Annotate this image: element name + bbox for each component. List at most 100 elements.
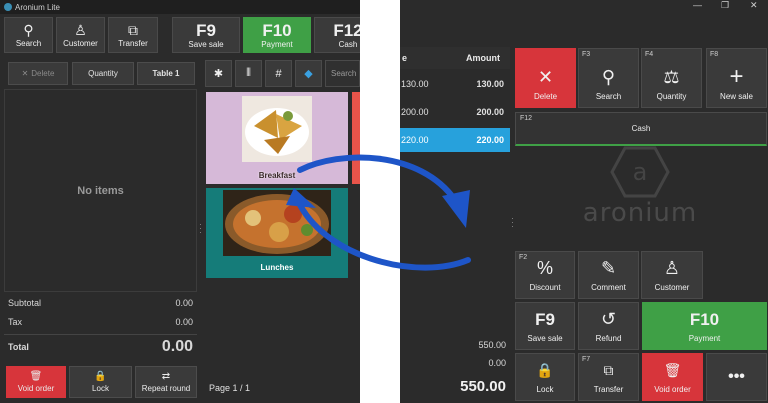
delete-button[interactable]: ✕ Delete [515,48,576,108]
cash-label: Cash [631,124,651,133]
product-search-placeholder: Search [331,69,357,78]
row-amount: 130.00 [476,79,504,89]
save-sale-button[interactable]: F9 Save sale [515,302,575,350]
customer-icon: ♙ [74,21,87,38]
table-row[interactable]: 130.00 130.00 [400,72,510,96]
scale-icon: ⚖ [663,67,680,87]
f7-key-label: F7 [582,356,591,363]
aronium-logo: a aronium [560,140,720,230]
search-icon: ⚲ [23,21,34,38]
delete-item-button[interactable]: ✕ Delete [8,62,68,85]
new-sale-label: New sale [720,92,753,101]
repeat-round-button[interactable]: ⇄ Repeat round [135,366,197,398]
transfer-label: Transfer [593,385,624,394]
search-button-label: Search [15,38,42,48]
total-label: Total [8,342,29,352]
quantity-label: Quantity [656,92,687,101]
barcode-icon[interactable]: ⦀ [235,60,262,87]
void-order-label: Void order [17,384,55,393]
ticket-subtotal: 550.00 [478,340,506,350]
f2-key-label: F2 [519,254,528,261]
close-window-icon[interactable]: ✕ [750,0,758,11]
quantity-button[interactable]: F4 ⚖ Quantity [641,48,702,108]
product-tile-breakfast[interactable]: Breakfast [206,92,348,184]
save-sale-button[interactable]: F9 Save sale [172,17,240,53]
table-button[interactable]: Table 1 [137,62,195,85]
product-tile-partial[interactable] [352,92,360,184]
quantity-button[interactable]: Quantity [72,62,134,85]
hash-icon[interactable]: # [265,60,292,87]
no-items-text: No items [77,184,124,197]
customer-icon: ♙ [663,258,681,278]
lock-icon: 🔒 [536,362,554,378]
tax-label: Tax [8,317,23,327]
table-row-selected[interactable]: 220.00 220.00 [400,128,510,152]
product-search-input[interactable]: Search [325,60,360,87]
favorites-icon[interactable]: ✱ [205,60,232,87]
app-logo-icon [4,3,12,11]
logo-text: aronium [582,198,698,228]
void-order-button[interactable]: 🗑 Void order [6,366,66,398]
transfer-icon: ⧉ [128,21,138,38]
table-label: Table 1 [152,69,180,78]
trash-icon: 🗑 [663,362,682,378]
search-icon: ⚲ [601,67,616,87]
table-row[interactable]: 200.00 200.00 [400,100,510,124]
more-button[interactable]: ••• [706,353,767,401]
comment-icon: ✎ [600,258,617,278]
panel-splitter-handle[interactable]: · · · [199,220,202,237]
order-items-list: No items [4,89,197,292]
payment-button[interactable]: F10 Payment [642,302,767,350]
left-pos-window: Aronium Lite ⚲ Search ♙ Customer ⧉ Trans… [0,0,360,403]
search-label: Search [595,92,622,101]
total-row: Total 0.00 [4,338,197,356]
price-column-header: e [402,53,408,63]
delete-item-label: Delete [31,69,55,78]
row-price: 130.00 [401,79,429,89]
minimize-icon[interactable]: — [693,0,702,10]
right-pos-window: — ❐ ✕ e Amount 130.00 130.00 200.00 200.… [400,0,768,403]
lunches-label: Lunches [260,263,294,272]
plus-icon: + [729,63,744,90]
search-button[interactable]: ⚲ Search [4,17,53,53]
lock-icon: 🔒 [94,371,107,382]
new-sale-button[interactable]: F8 + New sale [706,48,767,108]
page-indicator: Page 1 / 1 [209,383,251,393]
product-tile-lunches[interactable]: Lunches [206,188,348,278]
cash-label: Cash [338,39,358,49]
refund-label: Refund [595,334,622,343]
payment-button[interactable]: F10 Payment [243,17,311,53]
lock-button[interactable]: 🔒 Lock [515,353,575,401]
comment-button[interactable]: ✎ Comment [578,251,639,299]
transfer-button[interactable]: F7 ⧉ Transfer [578,353,639,401]
f10-key-label: F10 [689,310,720,329]
transfer-button[interactable]: ⧉ Transfer [108,17,158,53]
discount-label: Discount [529,283,561,292]
delete-label: Delete [533,92,558,101]
customer-button[interactable]: ♙ Customer [56,17,105,53]
lock-label: Lock [92,384,109,393]
refund-button[interactable]: ↺ Refund [578,302,639,350]
f4-key-label: F4 [645,51,654,58]
repeat-icon: ⇄ [161,371,171,382]
discount-button[interactable]: F2 % Discount [515,251,575,299]
window-title: Aronium Lite [15,2,60,12]
f8-key-label: F8 [710,51,719,58]
f3-key-label: F3 [582,51,591,58]
ticket-total: 550.00 [460,378,506,395]
tag-icon[interactable]: ◆ [295,60,322,87]
maximize-icon[interactable]: ❐ [721,0,729,11]
transfer-button-label: Transfer [118,38,148,48]
payment-label: Payment [688,334,721,343]
row-amount: 200.00 [476,107,504,117]
close-icon: ✕ [537,67,554,87]
panel-splitter-handle[interactable]: · · · [511,214,514,231]
cash-button[interactable]: F12 Cash [314,17,360,53]
row-price: 200.00 [401,107,429,117]
search-button[interactable]: F3 ⚲ Search [578,48,639,108]
lock-button[interactable]: 🔒 Lock [69,366,132,398]
repeat-round-label: Repeat round [141,384,191,393]
tax-value: 0.00 [175,317,193,327]
void-order-button[interactable]: 🗑 Void order [642,353,703,401]
customer-button[interactable]: ♙ Customer [641,251,703,299]
